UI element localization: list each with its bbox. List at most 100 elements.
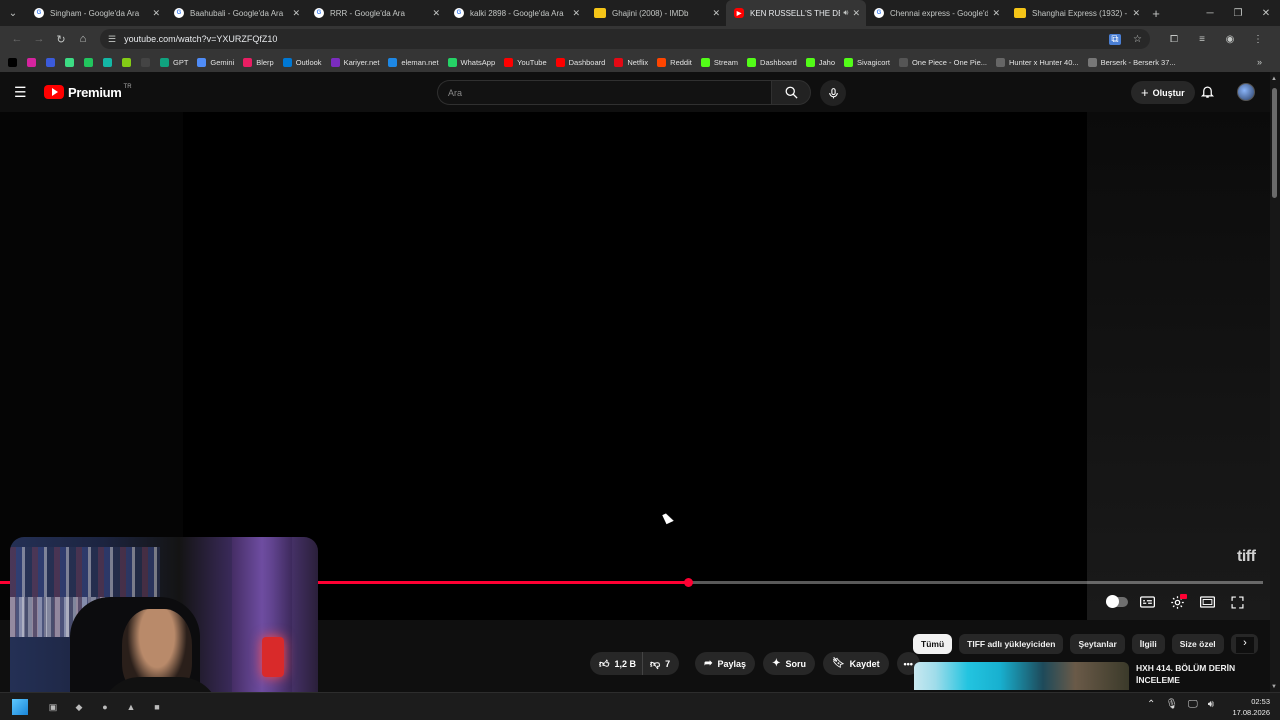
bookmark-item[interactable]: YouTube bbox=[504, 57, 547, 67]
media-controls-icon[interactable]: ≡ bbox=[1188, 34, 1216, 45]
tab-close-icon[interactable]: ✕ bbox=[852, 8, 860, 19]
bookmark-item[interactable] bbox=[65, 57, 78, 67]
theater-mode-button[interactable] bbox=[1192, 592, 1222, 612]
bookmark-item[interactable]: One Piece - One Pie... bbox=[898, 57, 987, 67]
recommended-title[interactable]: HXH 414. BÖLÜM DERİN İNCELEME bbox=[1136, 662, 1266, 690]
like-button[interactable]: 👍︎ 1,2 B bbox=[590, 652, 643, 675]
tab-close-icon[interactable]: ✕ bbox=[572, 8, 580, 19]
bookmark-item[interactable]: Netflix bbox=[614, 57, 648, 67]
page-scrollbar[interactable]: ▲ ▼ bbox=[1270, 72, 1280, 692]
dislike-button[interactable]: 👎︎ 7 bbox=[642, 652, 680, 675]
progress-scrubber[interactable] bbox=[683, 578, 693, 587]
taskbar-app-icon[interactable]: ▲ bbox=[118, 697, 144, 717]
bookmark-star-icon[interactable]: ☆ bbox=[1133, 34, 1142, 45]
hamburger-menu-icon[interactable]: ☰ bbox=[14, 84, 30, 101]
bookmark-item[interactable] bbox=[27, 57, 40, 67]
scroll-up-icon[interactable]: ▲ bbox=[1271, 76, 1277, 82]
search-box[interactable] bbox=[437, 80, 771, 105]
browser-tab[interactable]: G Chennai express - Google'da Ara✕ bbox=[866, 0, 1006, 26]
bookmark-item[interactable] bbox=[46, 57, 59, 67]
browser-tab[interactable]: Gkalki 2898 - Google'da Ara ✕ bbox=[446, 0, 586, 26]
profile-icon[interactable]: ◉ bbox=[1216, 34, 1244, 45]
browser-tab[interactable]: Shanghai Express (1932) - IMDb ✕ bbox=[1006, 0, 1146, 26]
bookmark-item[interactable]: Outlook bbox=[282, 57, 322, 67]
volume-icon[interactable]: 🔊︎ bbox=[1208, 699, 1214, 710]
bookmark-item[interactable]: WhatsApp bbox=[447, 57, 495, 67]
bookmark-item[interactable] bbox=[141, 57, 154, 67]
tab-close-icon[interactable]: ✕ bbox=[992, 8, 1000, 19]
taskbar-app-icon[interactable]: ● bbox=[92, 697, 118, 717]
microphone-tray-icon[interactable]: 🎙︎ bbox=[1165, 699, 1178, 710]
scroll-down-icon[interactable]: ▼ bbox=[1271, 684, 1277, 690]
bookmarks-overflow-icon[interactable]: » bbox=[1257, 57, 1262, 67]
back-icon[interactable]: ← bbox=[6, 33, 28, 45]
bookmark-item[interactable]: Jaho bbox=[805, 57, 835, 67]
bookmark-item[interactable]: Dashboard bbox=[747, 57, 797, 67]
search-button[interactable] bbox=[771, 80, 811, 105]
taskbar-clock[interactable]: 02:53 17.08.2026 bbox=[1232, 696, 1270, 718]
autoplay-toggle[interactable] bbox=[1102, 592, 1132, 612]
youtube-premium-logo[interactable]: Premium TR bbox=[44, 84, 132, 100]
tab-close-icon[interactable]: ✕ bbox=[432, 8, 440, 19]
site-info-icon[interactable]: ☰ bbox=[108, 34, 116, 45]
bookmark-item[interactable]: Sivagicort bbox=[844, 57, 890, 67]
bookmark-item[interactable] bbox=[84, 57, 97, 67]
bookmark-item[interactable]: Kariyer.net bbox=[330, 57, 379, 67]
bookmark-item[interactable]: eleman.net bbox=[388, 57, 439, 67]
filter-chip[interactable]: Tümü bbox=[913, 634, 953, 654]
url-text[interactable]: youtube.com/watch?v=YXURZFQfZ10 bbox=[124, 34, 1099, 44]
bookmark-item[interactable] bbox=[103, 57, 116, 67]
network-icon[interactable]: 🖵︎ bbox=[1188, 699, 1198, 710]
browser-tab[interactable]: G Singham - Google'da Ara ✕ bbox=[26, 0, 166, 26]
channel-watermark[interactable]: tiff bbox=[1237, 548, 1256, 566]
notifications-button[interactable] bbox=[1200, 84, 1215, 104]
progress-bar[interactable] bbox=[0, 578, 1263, 587]
bookmark-item[interactable]: Dashboard bbox=[555, 57, 605, 67]
ask-button[interactable]: ✦ Soru bbox=[763, 652, 815, 675]
new-tab-button[interactable]: + bbox=[1146, 6, 1166, 21]
taskbar-app-icon[interactable]: ◆ bbox=[66, 697, 92, 717]
taskbar-app-icon[interactable]: ▣ bbox=[40, 697, 66, 717]
windows-start-icon[interactable] bbox=[12, 699, 28, 715]
close-window-icon[interactable]: ✕ bbox=[1252, 0, 1280, 26]
extensions-icon[interactable]: ⧠ bbox=[1160, 34, 1188, 45]
browser-tab[interactable]: ▶ KEN RUSSELL'S THE DEVILS🔊︎ ✕ bbox=[726, 0, 866, 26]
bookmark-item[interactable]: Stream bbox=[700, 57, 738, 67]
account-avatar[interactable] bbox=[1237, 83, 1255, 101]
recommended-thumbnail[interactable] bbox=[914, 662, 1129, 690]
filter-chip[interactable]: TIFF adlı yükleyiciden bbox=[959, 634, 1064, 654]
bookmark-item[interactable] bbox=[8, 57, 21, 67]
bookmark-item[interactable]: Gemini bbox=[197, 57, 234, 67]
bookmark-item[interactable] bbox=[122, 57, 135, 67]
voice-search-button[interactable] bbox=[820, 80, 846, 106]
tab-close-icon[interactable]: ✕ bbox=[152, 8, 160, 19]
browser-tab[interactable]: Ghajini (2008) - IMDb ✕ bbox=[586, 0, 726, 26]
tray-chevron-icon[interactable]: ⌃ bbox=[1147, 699, 1155, 710]
bookmark-item[interactable]: Berserk - Berserk 37... bbox=[1087, 57, 1176, 67]
tab-audio-icon[interactable]: 🔊︎ bbox=[843, 8, 848, 18]
save-button[interactable]: 🔖︎ Kaydet bbox=[822, 652, 889, 675]
recommended-video[interactable]: HXH 414. BÖLÜM DERİN İNCELEME bbox=[914, 662, 1270, 690]
taskbar-app-icon[interactable]: ■ bbox=[144, 697, 170, 717]
create-button[interactable]: + Oluştur bbox=[1131, 81, 1195, 104]
bookmark-item[interactable]: Hunter x Hunter 40... bbox=[996, 57, 1079, 67]
filter-chip[interactable]: Şeytanlar bbox=[1070, 634, 1125, 654]
install-app-icon[interactable]: ⧉ bbox=[1109, 33, 1121, 45]
search-input[interactable] bbox=[448, 87, 771, 98]
browser-tab[interactable]: G Baahubali - Google'da Ara ✕ bbox=[166, 0, 306, 26]
tab-close-icon[interactable]: ✕ bbox=[1132, 8, 1140, 19]
bookmark-item[interactable]: Reddit bbox=[657, 57, 692, 67]
filter-chip[interactable]: Size özel bbox=[1171, 634, 1224, 654]
subtitles-button[interactable] bbox=[1132, 592, 1162, 612]
tab-close-icon[interactable]: ✕ bbox=[292, 8, 300, 19]
fullscreen-button[interactable] bbox=[1222, 592, 1252, 612]
address-bar[interactable]: ☰ youtube.com/watch?v=YXURZFQfZ10 ⧉ ☆ bbox=[100, 29, 1150, 49]
browser-tab[interactable]: G RRR - Google'da Ara ✕ bbox=[306, 0, 446, 26]
forward-icon[interactable]: → bbox=[28, 33, 50, 45]
share-button[interactable]: ➦ Paylaş bbox=[695, 652, 756, 675]
home-icon[interactable]: ⌂ bbox=[72, 33, 94, 45]
restore-icon[interactable]: ❐ bbox=[1224, 0, 1252, 26]
chips-next-chevron-icon[interactable]: › bbox=[1236, 637, 1254, 653]
bookmark-item[interactable]: Blerp bbox=[243, 57, 274, 67]
browser-menu-icon[interactable]: ⋮ bbox=[1244, 34, 1272, 45]
